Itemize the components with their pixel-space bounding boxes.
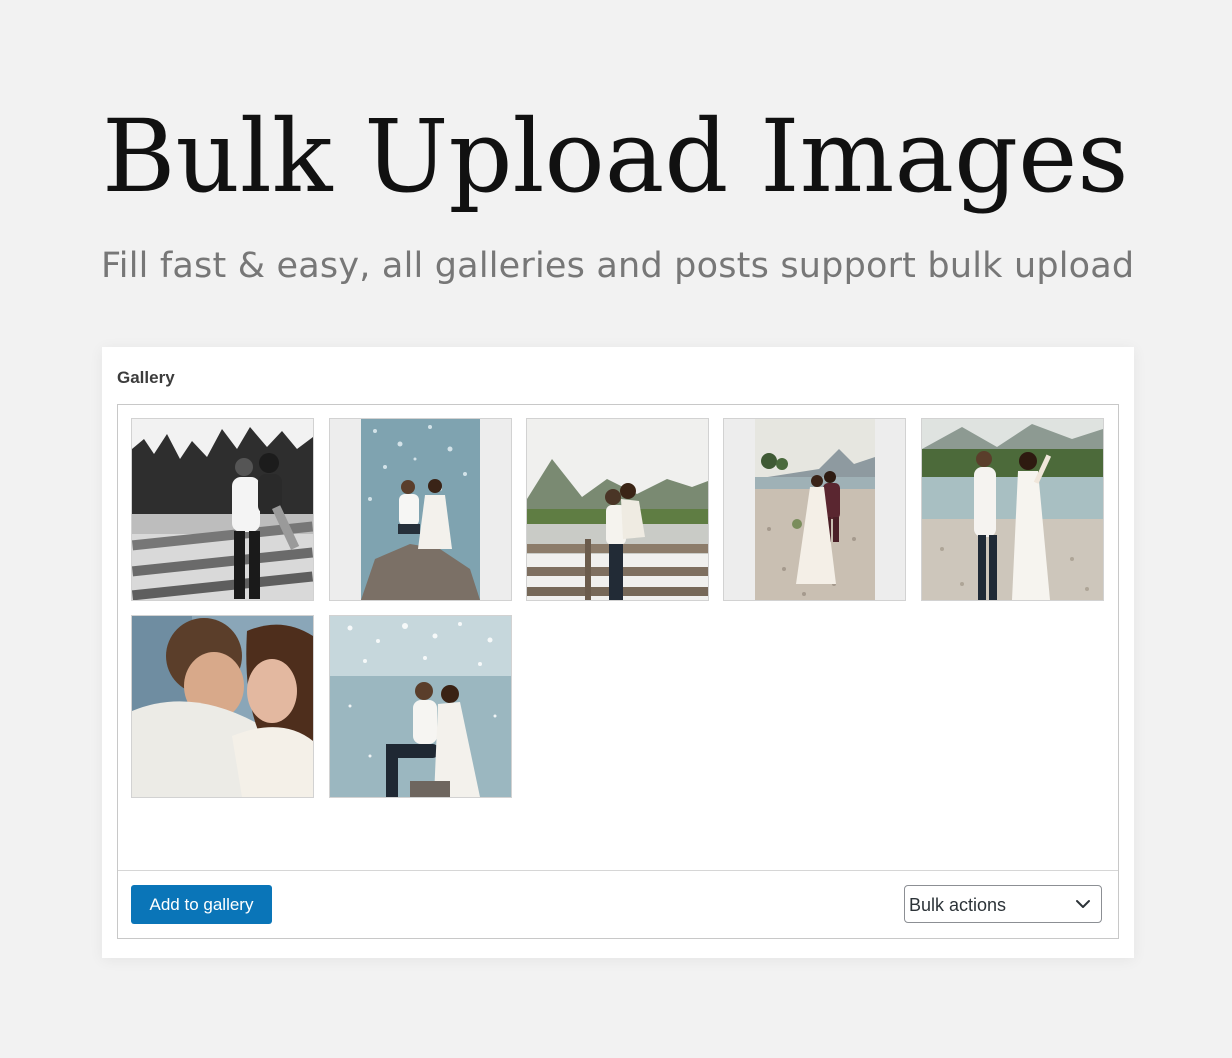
gallery-box: Add to gallery Bulk actions [117,404,1119,939]
gallery-panel: Gallery Add to gallery Bulk actions [102,347,1134,958]
gallery-toolbar: Add to gallery Bulk actions [118,870,1118,939]
page-headline: Bulk Upload Images [102,98,1129,215]
gallery-title: Gallery [117,368,175,387]
gallery-thumbnail[interactable] [921,418,1104,601]
gallery-thumbnail[interactable] [131,418,314,601]
gallery-thumbnail[interactable] [329,615,512,798]
page-subheadline: Fill fast & easy, all galleries and post… [101,246,1135,286]
gallery-thumbnail[interactable] [329,418,512,601]
gallery-thumbnail[interactable] [131,615,314,798]
gallery-thumbnail[interactable] [526,418,709,601]
add-to-gallery-button[interactable]: Add to gallery [131,885,272,924]
gallery-thumbnail[interactable] [723,418,906,601]
bulk-actions-select[interactable]: Bulk actions [904,885,1102,923]
bulk-actions-value: Bulk actions [909,895,1007,915]
chevron-down-icon [1075,897,1091,916]
